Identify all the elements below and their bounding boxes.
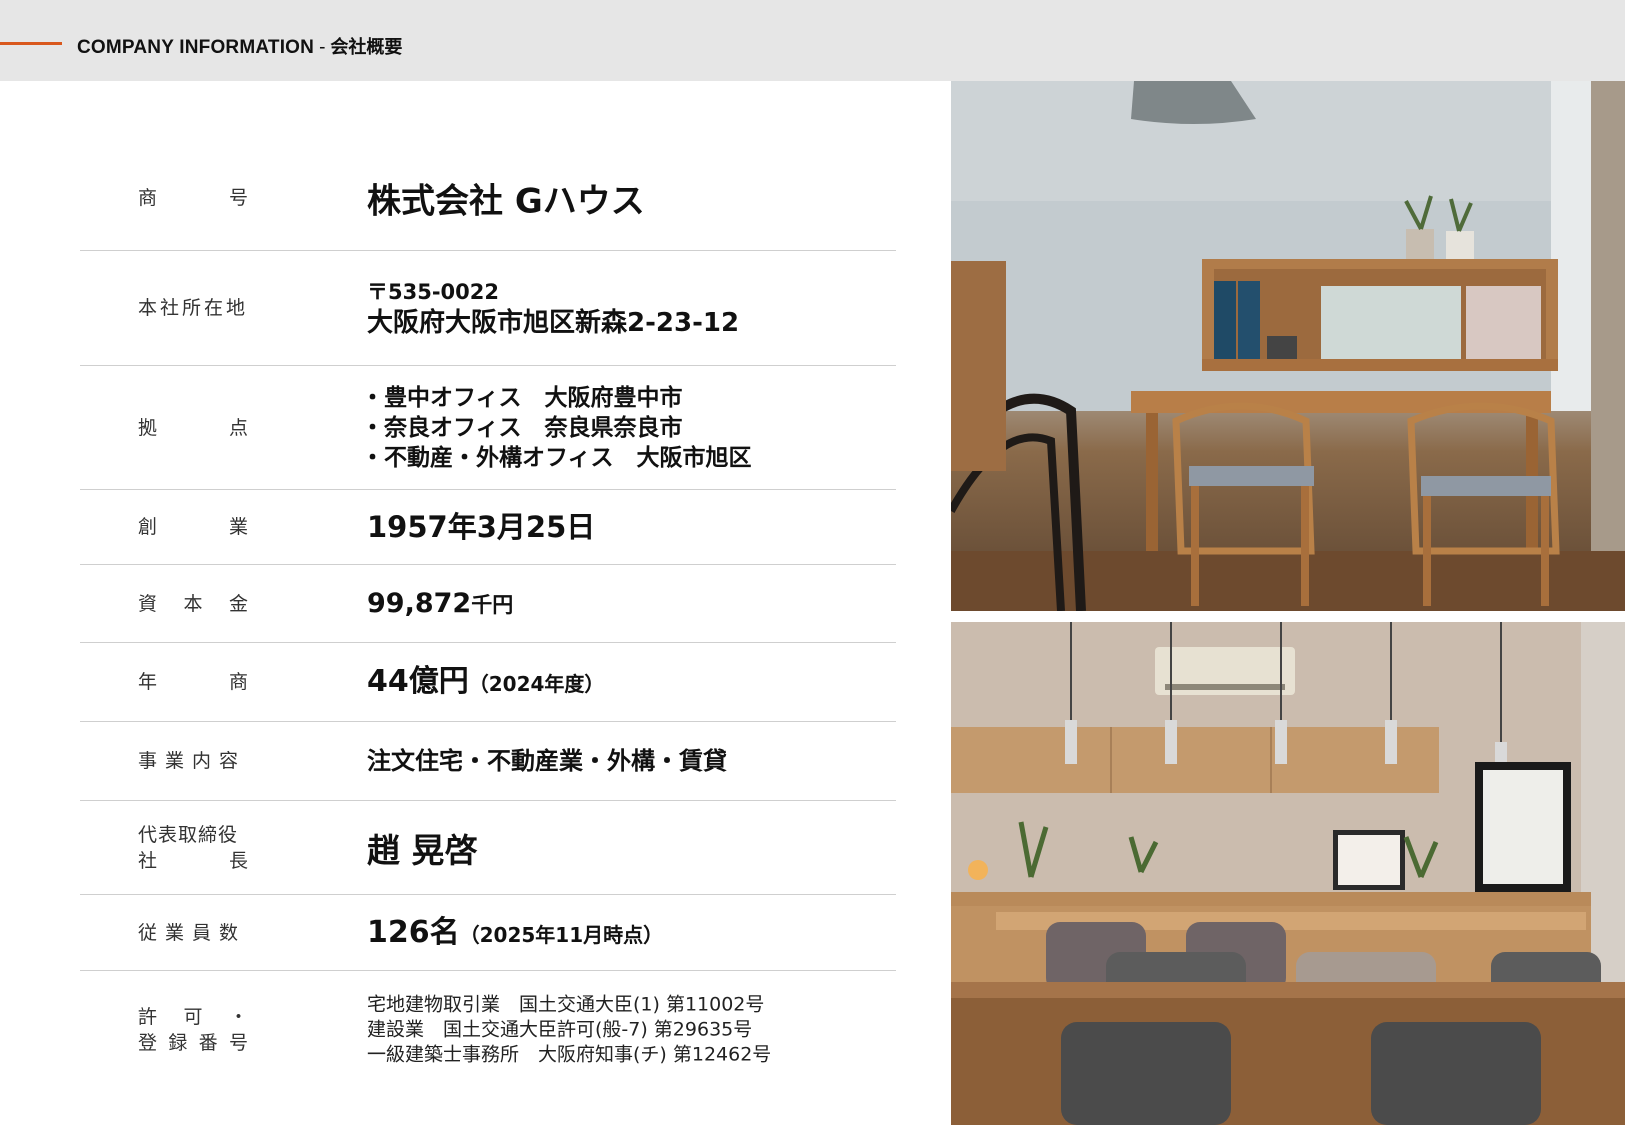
employee-note: （2025年11月時点） <box>459 922 664 947</box>
row-offices: 拠点 ・豊中オフィス 大阪府豊中市 ・奈良オフィス 奈良県奈良市 ・不動産・外構… <box>80 366 896 490</box>
row-capital: 資本金 99,872千円 <box>80 565 896 643</box>
page-title: COMPANY INFORMATION - 会社概要 <box>77 33 402 59</box>
dining-room-image <box>951 81 1625 611</box>
sales-note: （2024年度） <box>468 672 605 696</box>
row-business: 事業内容 注文住宅・不動産業・外構・賃貸 <box>80 722 896 801</box>
value-founded: 1957年3月25日 <box>367 510 596 544</box>
value-company-name: 株式会社 Gハウス <box>367 181 645 222</box>
label-annual-sales: 年商 <box>138 671 248 693</box>
capital-amount: 99,872 <box>367 587 472 619</box>
office-photo-kitchen <box>951 622 1625 1125</box>
sales-amount: 44億円 <box>367 664 469 699</box>
value-business: 注文住宅・不動産業・外構・賃貸 <box>367 747 727 775</box>
office-photo-dining <box>951 81 1625 611</box>
row-company-name: 商号 株式会社 Gハウス <box>80 146 896 251</box>
label-licenses: 許可・ 登録番号 <box>138 1006 248 1054</box>
value-licenses: 宅地建物取引業 国土交通大臣(1) 第11002号 建設業 国土交通大臣許可(般… <box>367 993 771 1068</box>
label-offices: 拠点 <box>138 416 248 439</box>
label-business: 事業内容 <box>138 750 247 772</box>
value-capital: 99,872千円 <box>367 587 514 619</box>
accent-line <box>0 42 62 45</box>
title-ja: 会社概要 <box>330 37 403 58</box>
value-head-office: 〒535-0022 大阪府大阪市旭区新森2-23-12 <box>367 276 739 340</box>
label-founded: 創業 <box>138 516 248 538</box>
title-en: COMPANY INFORMATION <box>77 37 315 58</box>
label-company-name: 商号 <box>138 187 248 209</box>
row-annual-sales: 年商 44億円（2024年度） <box>80 643 896 722</box>
header-bar: COMPANY INFORMATION - 会社概要 <box>0 0 1625 81</box>
row-founded: 創業 1957年3月25日 <box>80 490 896 565</box>
value-representative: 趙 晃啓 <box>367 830 478 870</box>
license-item: 宅地建物取引業 国土交通大臣(1) 第11002号 <box>367 993 765 1016</box>
office-item: ・奈良オフィス 奈良県奈良市 <box>361 414 683 441</box>
title-separator: - <box>319 37 326 58</box>
row-employees: 従業員数 126名（2025年11月時点） <box>80 895 896 971</box>
value-offices: ・豊中オフィス 大阪府豊中市 ・奈良オフィス 奈良県奈良市 ・不動産・外構オフィ… <box>361 383 752 473</box>
license-item: 建設業 国土交通大臣許可(般-7) 第29635号 <box>367 1018 753 1041</box>
address: 大阪府大阪市旭区新森2-23-12 <box>367 308 740 338</box>
label-representative: 代表取締役 社長 <box>138 823 248 872</box>
label-head-office: 本社所在地 <box>138 297 249 319</box>
capital-unit: 千円 <box>471 592 514 617</box>
row-licenses: 許可・ 登録番号 宅地建物取引業 国土交通大臣(1) 第11002号 建設業 国… <box>80 971 896 1089</box>
label-employees: 従業員数 <box>138 921 247 944</box>
office-item: ・不動産・外構オフィス 大阪市旭区 <box>361 444 752 471</box>
company-info-table: 商号 株式会社 Gハウス 本社所在地 〒535-0022 大阪府大阪市旭区新森2… <box>80 146 896 1089</box>
row-representative: 代表取締役 社長 趙 晃啓 <box>80 801 896 895</box>
postal-code: 〒535-0022 <box>367 280 499 304</box>
employee-count: 126名 <box>367 914 460 950</box>
kitchen-image <box>951 622 1625 1125</box>
row-head-office: 本社所在地 〒535-0022 大阪府大阪市旭区新森2-23-12 <box>80 251 896 366</box>
value-annual-sales: 44億円（2024年度） <box>367 667 604 697</box>
office-item: ・豊中オフィス 大阪府豊中市 <box>361 384 683 411</box>
label-capital: 資本金 <box>138 592 248 615</box>
license-item: 一級建築士事務所 大阪府知事(チ) 第12462号 <box>367 1043 772 1066</box>
value-employees: 126名（2025年11月時点） <box>367 914 664 950</box>
